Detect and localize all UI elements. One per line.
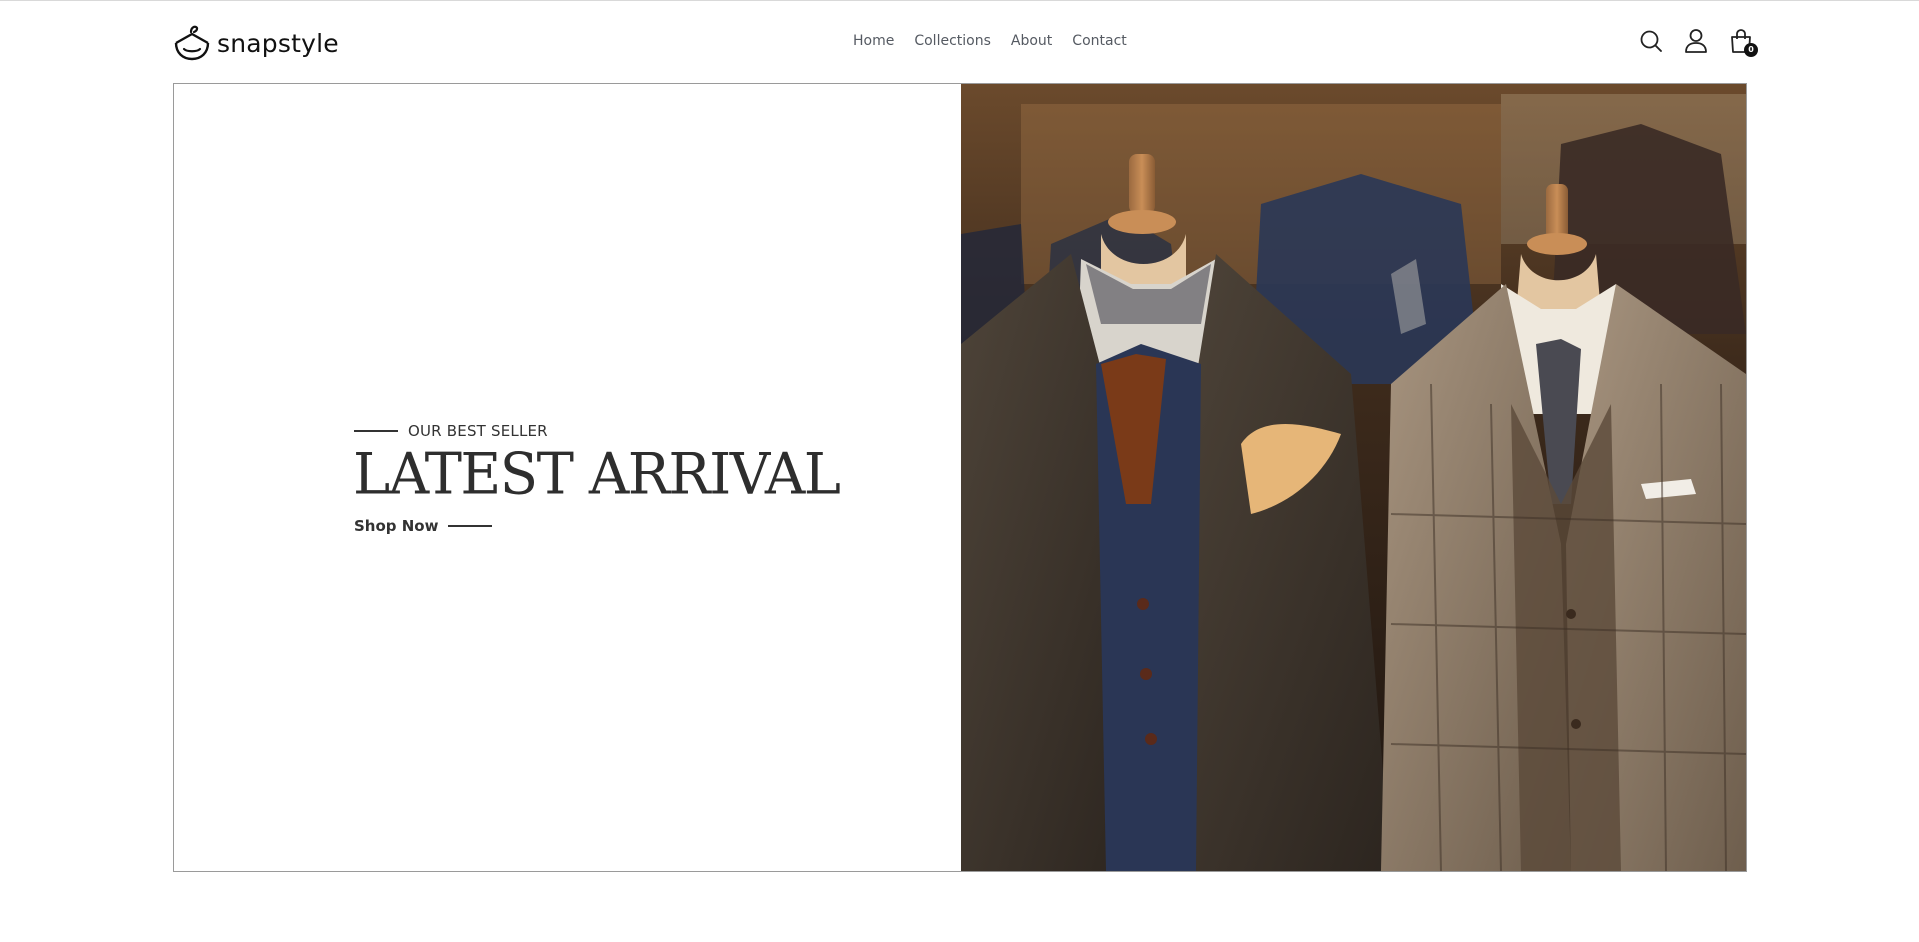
cart-button[interactable]: 0 [1728, 27, 1758, 57]
header-actions: 0 [1638, 27, 1758, 57]
eyebrow-text: OUR BEST SELLER [408, 422, 548, 440]
hanger-logo-icon [174, 25, 210, 61]
nav-link-about[interactable]: About [1011, 33, 1052, 49]
hero-image [961, 84, 1746, 871]
shop-now-line [448, 525, 493, 527]
hero-eyebrow: OUR BEST SELLER [354, 422, 548, 440]
search-icon [1640, 30, 1662, 52]
search-button[interactable] [1638, 27, 1664, 55]
nav-link-collections[interactable]: Collections [914, 33, 991, 49]
brand-name: snapstyle [217, 28, 339, 58]
main-nav: Home Collections About Contact [853, 33, 1127, 49]
cart-count-badge: 0 [1744, 43, 1758, 57]
mannequin-jackets-photo [961, 84, 1746, 871]
shop-now-label: Shop Now [354, 517, 439, 535]
hero-headline: LATEST ARRIVAL [353, 441, 841, 508]
nav-link-contact[interactable]: Contact [1072, 33, 1126, 49]
eyebrow-line [354, 430, 398, 432]
account-button[interactable] [1683, 27, 1709, 55]
user-icon [1685, 29, 1707, 53]
brand-logo[interactable]: snapstyle [173, 21, 339, 65]
nav-link-home[interactable]: Home [853, 33, 894, 49]
hero-text-panel: OUR BEST SELLER LATEST ARRIVAL Shop Now [174, 84, 961, 871]
shop-now-link[interactable]: Shop Now [354, 517, 493, 535]
site-header: snapstyle Home Collections About Contact… [0, 1, 1919, 83]
hero-banner: OUR BEST SELLER LATEST ARRIVAL Shop Now [173, 83, 1747, 872]
